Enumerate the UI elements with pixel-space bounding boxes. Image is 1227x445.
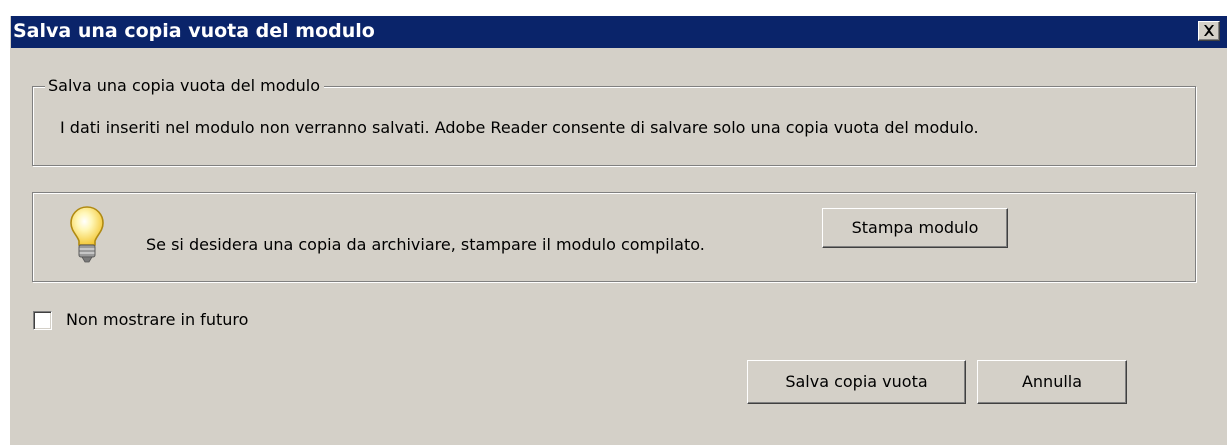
save-blank-copy-button[interactable]: Salva copia vuota — [747, 360, 966, 404]
print-form-button[interactable]: Stampa modulo — [822, 208, 1008, 248]
title-bar[interactable]: Salva una copia vuota del modulo — [11, 16, 1227, 48]
dont-show-again-checkbox[interactable] — [33, 311, 52, 330]
close-button[interactable] — [1198, 21, 1220, 41]
info-message: I dati inseriti nel modulo non verranno … — [60, 118, 979, 137]
tip-message: Se si desidera una copia da archiviare, … — [146, 235, 705, 254]
close-icon — [1204, 25, 1214, 36]
lightbulb-icon — [70, 206, 104, 263]
window-title: Salva una copia vuota del modulo — [13, 20, 375, 42]
dont-show-again-label[interactable]: Non mostrare in futuro — [66, 310, 248, 330]
groupbox-legend: Salva una copia vuota del modulo — [45, 76, 325, 96]
cancel-button[interactable]: Annulla — [977, 360, 1127, 404]
